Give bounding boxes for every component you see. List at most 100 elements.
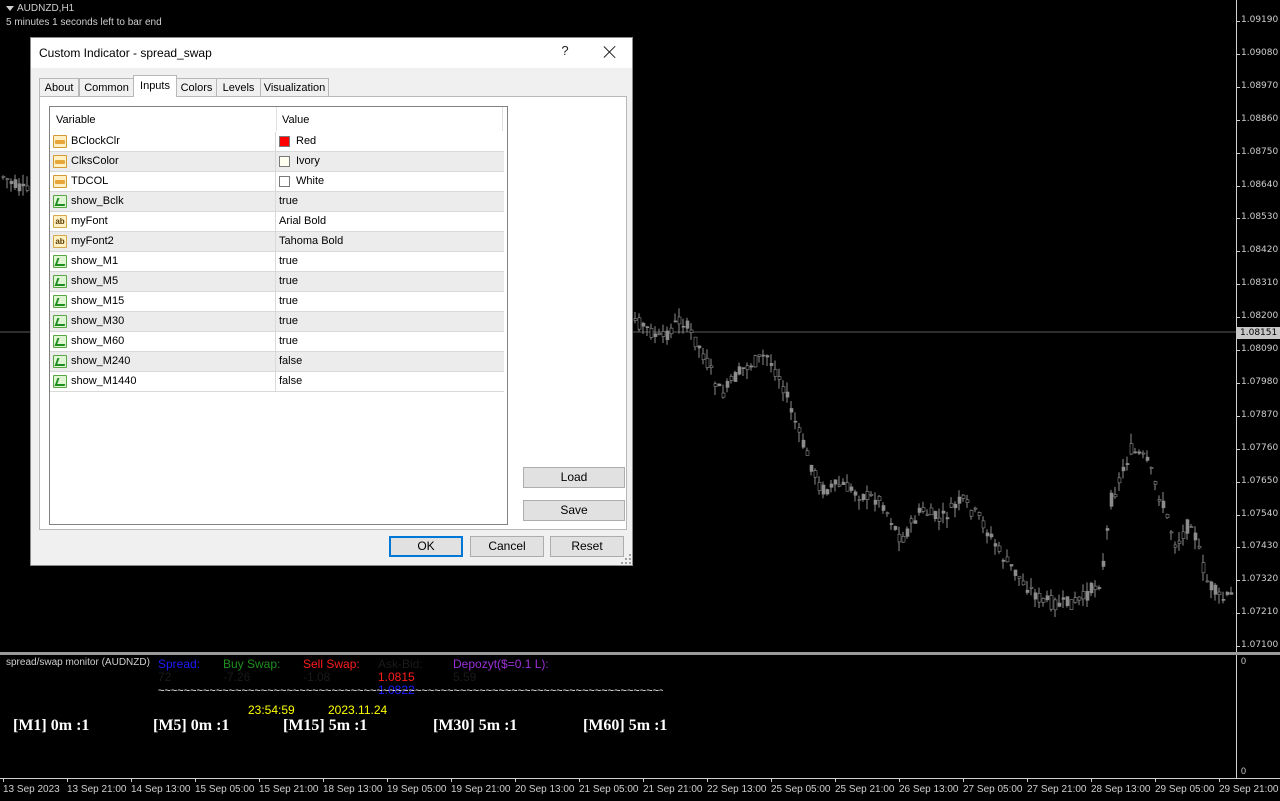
- load-button[interactable]: Load: [523, 467, 625, 488]
- input-row[interactable]: show_M60 true: [50, 332, 504, 352]
- candle: [849, 483, 854, 493]
- variable-name: show_M15: [71, 295, 125, 307]
- price-tick: [1237, 86, 1240, 88]
- input-row[interactable]: show_M1 true: [50, 252, 504, 272]
- tab-common[interactable]: Common: [79, 78, 134, 96]
- cancel-button[interactable]: Cancel: [470, 536, 544, 557]
- symbol-label[interactable]: AUDNZD,H1: [6, 3, 74, 14]
- help-button[interactable]: ?: [559, 43, 571, 58]
- value-cell[interactable]: Ivory: [276, 152, 504, 172]
- column-divider[interactable]: [276, 107, 277, 131]
- variable-name: show_M5: [71, 275, 119, 287]
- reset-button[interactable]: Reset: [550, 536, 624, 557]
- time-tick: [835, 779, 836, 782]
- candle: [737, 362, 742, 376]
- value-cell[interactable]: Red: [276, 132, 504, 152]
- candle: [873, 492, 878, 512]
- time-tick: [451, 779, 452, 782]
- candle: [669, 323, 674, 339]
- candle: [1221, 591, 1226, 604]
- value-cell[interactable]: Arial Bold: [276, 212, 504, 232]
- time-label: 19 Sep 05:00: [387, 784, 447, 795]
- candle: [665, 326, 670, 345]
- indicator-window[interactable]: spread/swap monitor (AUDNZD) Spread: 72 …: [0, 655, 1236, 778]
- value-cell[interactable]: false: [276, 372, 504, 392]
- candle: [977, 511, 982, 520]
- variable-name: ClksColor: [71, 155, 119, 167]
- candle: [813, 468, 818, 485]
- candle: [945, 511, 950, 529]
- save-button[interactable]: Save: [523, 500, 625, 521]
- candle: [661, 324, 666, 344]
- tab-about[interactable]: About: [39, 78, 79, 96]
- time-tick: [131, 779, 132, 782]
- timeframe-m1: [M1] 0m :1: [13, 717, 90, 734]
- value-cell[interactable]: true: [276, 312, 504, 332]
- variable-value: true: [279, 275, 298, 287]
- candle: [897, 526, 902, 552]
- ok-button[interactable]: OK: [389, 536, 463, 557]
- candle: [1005, 549, 1010, 563]
- variable-name: show_M60: [71, 335, 125, 347]
- candle: [981, 516, 986, 534]
- column-header-value[interactable]: Value: [276, 107, 502, 131]
- value-cell[interactable]: true: [276, 252, 504, 272]
- candle: [685, 317, 690, 332]
- candle: [725, 378, 730, 393]
- candle: [893, 525, 898, 531]
- value-cell[interactable]: true: [276, 292, 504, 312]
- candle: [781, 380, 786, 402]
- input-row[interactable]: ClksColor Ivory: [50, 152, 504, 172]
- candle: [1049, 589, 1054, 612]
- input-row[interactable]: TDCOL White: [50, 172, 504, 192]
- column-divider[interactable]: [502, 107, 503, 131]
- input-row[interactable]: show_M240 false: [50, 352, 504, 372]
- dialog-titlebar[interactable]: Custom Indicator - spread_swap ?: [31, 38, 632, 68]
- input-row[interactable]: show_M15 true: [50, 292, 504, 312]
- price-level-label: 1.07650: [1241, 475, 1279, 486]
- time-label: 26 Sep 13:00: [899, 784, 959, 795]
- candle: [1085, 582, 1090, 607]
- candle: [733, 370, 738, 382]
- input-row[interactable]: ab myFont2 Tahoma Bold: [50, 232, 504, 252]
- candle: [1041, 597, 1046, 607]
- time-tick: [1027, 779, 1028, 782]
- tab-visualization[interactable]: Visualization: [260, 78, 329, 96]
- resize-grip-icon[interactable]: [621, 554, 631, 564]
- tab-colors[interactable]: Colors: [176, 78, 217, 96]
- input-row[interactable]: ab myFont Arial Bold: [50, 212, 504, 232]
- candle: [833, 479, 838, 492]
- price-scale[interactable]: 1.09190 1.09080 1.08970 1.08860 1.08750 1.086…: [1236, 0, 1280, 652]
- input-row[interactable]: BClockClr Red: [50, 132, 504, 152]
- tab-inputs[interactable]: Inputs: [133, 75, 177, 97]
- candle: [705, 349, 710, 371]
- value-cell[interactable]: Tahoma Bold: [276, 232, 504, 252]
- value-cell[interactable]: false: [276, 352, 504, 372]
- time-label: 22 Sep 13:00: [707, 784, 767, 795]
- string-icon: ab: [53, 215, 67, 228]
- candle: [809, 464, 814, 476]
- ask-value: 1.0815: [378, 670, 415, 684]
- variable-cell: show_M15: [50, 292, 276, 312]
- input-row[interactable]: show_M30 true: [50, 312, 504, 332]
- bool-icon: [53, 195, 67, 208]
- bool-icon: [53, 355, 67, 368]
- input-row[interactable]: show_M1440 false: [50, 372, 504, 392]
- tab-levels[interactable]: Levels: [216, 78, 261, 96]
- value-cell[interactable]: White: [276, 172, 504, 192]
- value-cell[interactable]: true: [276, 272, 504, 292]
- candle: [845, 474, 850, 492]
- value-cell[interactable]: true: [276, 332, 504, 352]
- indicator-scale[interactable]: 0 0: [1236, 655, 1280, 778]
- time-tick: [515, 779, 516, 782]
- input-row[interactable]: show_M5 true: [50, 272, 504, 292]
- close-icon[interactable]: [599, 41, 621, 63]
- time-axis[interactable]: 13 Sep 2023 13 Sep 21:00 14 Sep 13:00 15 Se…: [0, 778, 1280, 801]
- candle: [1033, 588, 1038, 608]
- time-label: 21 Sep 21:00: [643, 784, 703, 795]
- price-level-label: 1.07320: [1241, 574, 1279, 585]
- value-cell[interactable]: true: [276, 192, 504, 212]
- column-header-variable[interactable]: Variable: [50, 107, 276, 131]
- input-row[interactable]: show_Bclk true: [50, 192, 504, 212]
- candle: [17, 178, 22, 196]
